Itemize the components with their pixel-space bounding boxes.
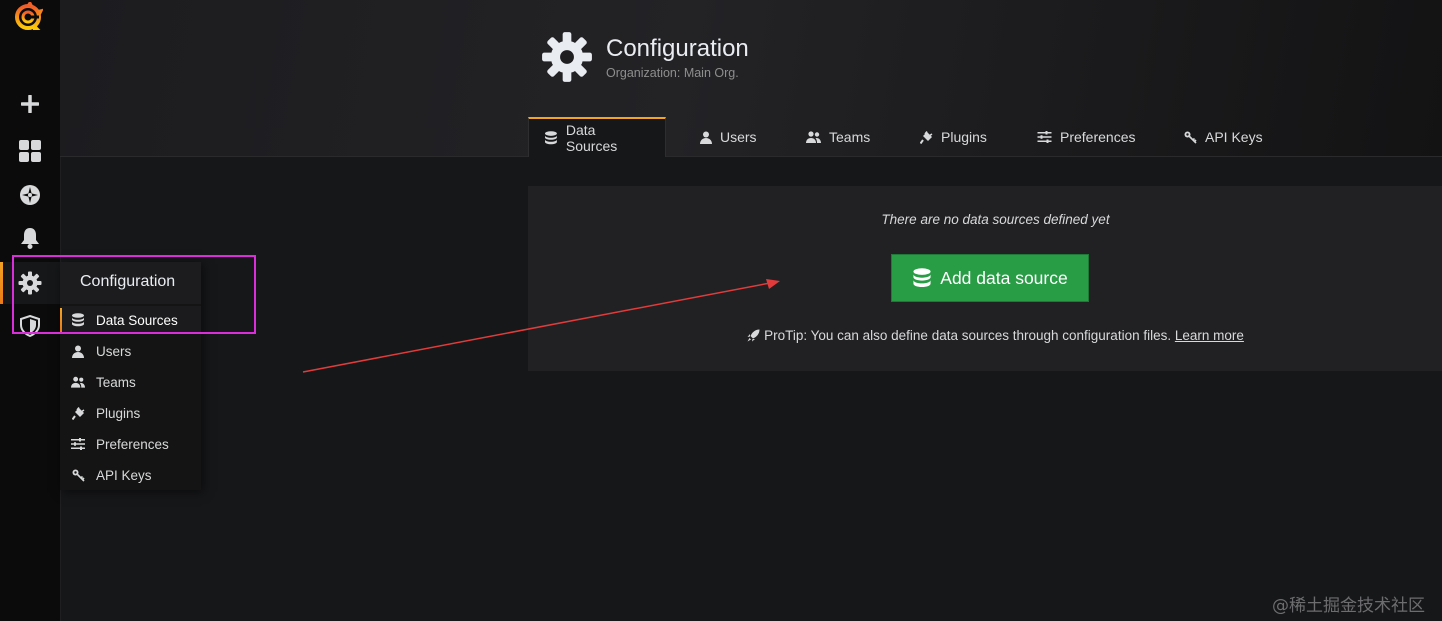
side-menu: [0, 0, 60, 621]
gear-icon: [541, 31, 593, 83]
tab-label: Plugins: [941, 129, 987, 145]
key-icon: [1184, 131, 1197, 144]
tab-users[interactable]: Users: [700, 117, 757, 157]
page-title: Configuration: [606, 35, 749, 62]
dropdown-item-label: Preferences: [96, 436, 169, 452]
protip: ProTip: You can also define data sources…: [528, 328, 1442, 345]
grafana-logo-icon[interactable]: [13, 0, 44, 32]
dropdown-item-users[interactable]: Users: [60, 337, 201, 365]
bell-icon[interactable]: [0, 219, 60, 257]
tab-label: Teams: [829, 129, 871, 145]
plug-icon: [71, 406, 85, 420]
tab-teams[interactable]: Teams: [806, 117, 870, 157]
add-data-source-button[interactable]: Add data source: [891, 254, 1089, 302]
protip-text: ProTip: You can also define data sources…: [764, 328, 1172, 343]
tab-label: Data Sources: [565, 122, 618, 154]
database-icon: [71, 313, 85, 327]
team-icon: [806, 131, 821, 143]
tab-api-keys[interactable]: API Keys: [1184, 117, 1263, 157]
dashboards-icon[interactable]: [0, 132, 60, 170]
add-data-source-label: Add data source: [940, 267, 1068, 288]
key-icon: [71, 468, 85, 482]
database-icon: [913, 268, 931, 287]
dropdown-item-data-sources[interactable]: Data Sources: [60, 306, 201, 334]
tab-preferences[interactable]: Preferences: [1037, 117, 1135, 157]
plug-icon: [920, 130, 933, 144]
dropdown-item-teams[interactable]: Teams: [60, 368, 201, 396]
sliders-icon: [1037, 131, 1052, 143]
dropdown-item-label: Teams: [96, 374, 136, 390]
dropdown-header[interactable]: Configuration: [60, 262, 201, 304]
rocket-icon: [747, 329, 760, 345]
tab-label: Preferences: [1060, 129, 1136, 145]
dropdown-item-label: Plugins: [96, 405, 141, 421]
dropdown-item-plugins[interactable]: Plugins: [60, 399, 201, 427]
dropdown-item-preferences[interactable]: Preferences: [60, 430, 201, 458]
configuration-dropdown: Configuration Data Sources Users Teams P…: [60, 262, 201, 490]
gear-icon[interactable]: [0, 262, 60, 304]
tab-data-sources[interactable]: Data Sources: [528, 117, 666, 157]
user-icon: [700, 131, 712, 144]
tab-label: Users: [720, 129, 757, 145]
page-subtitle: Organization: Main Org.: [606, 66, 739, 80]
dropdown-item-label: API Keys: [96, 467, 152, 483]
tab-label: API Keys: [1205, 129, 1263, 145]
learn-more-link[interactable]: Learn more: [1175, 328, 1244, 343]
dropdown-title: Configuration: [80, 273, 176, 290]
team-icon: [71, 375, 85, 389]
sliders-icon: [71, 437, 85, 451]
dropdown-item-label: Users: [96, 343, 132, 359]
dropdown-item-api-keys[interactable]: API Keys: [60, 461, 201, 489]
user-icon: [71, 344, 85, 358]
empty-state-panel: There are no data sources defined yet Ad…: [528, 186, 1442, 371]
tab-plugins[interactable]: Plugins: [920, 117, 987, 157]
database-icon: [544, 131, 557, 145]
explore-icon[interactable]: [0, 176, 60, 214]
dropdown-item-label: Data Sources: [96, 312, 178, 328]
empty-state-message: There are no data sources defined yet: [881, 212, 1110, 227]
shield-icon[interactable]: [0, 307, 60, 345]
watermark: @稀土掘金技术社区: [1272, 596, 1425, 616]
plus-icon[interactable]: [0, 85, 60, 123]
